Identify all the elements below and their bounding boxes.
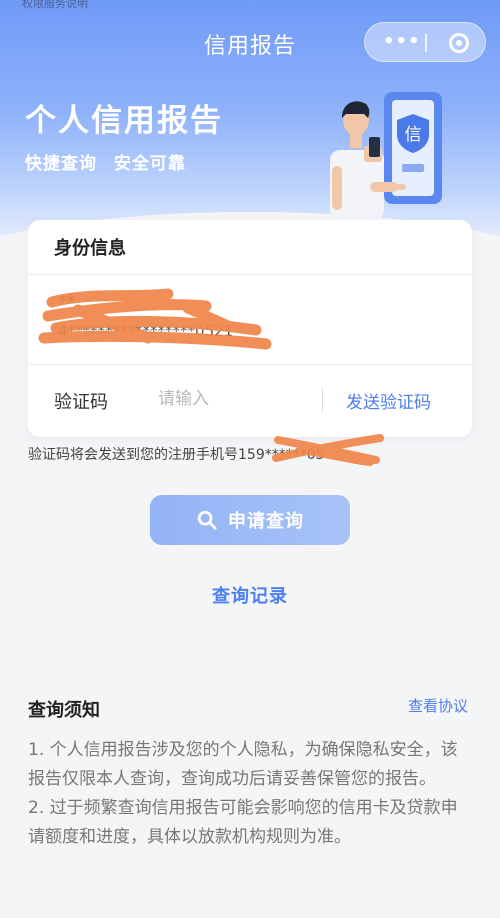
identity-card-header: 身份信息 <box>54 238 126 259</box>
hero-title: 个人信用报告 <box>25 103 223 139</box>
sms-hint-text: 验证码将会发送到您的注册手机号159******05 <box>28 447 325 463</box>
send-code-button[interactable]: 发送验证码 <box>346 388 431 413</box>
notice-title: 查询须知 <box>28 700 100 721</box>
person-with-phone-illustration: 信 <box>330 92 442 220</box>
verification-code-input[interactable] <box>158 384 308 414</box>
id-number-value: 4*****************0521 <box>58 322 234 340</box>
hero-subtitle: 快捷查询 安全可靠 <box>25 154 186 174</box>
search-icon <box>197 510 217 530</box>
notice-item: 1. 个人信用报告涉及您的个人隐私，为确保隐私安全，该报告仅限本人查询，查询成功… <box>28 740 458 789</box>
query-records-link[interactable]: 查询记录 <box>0 582 500 608</box>
more-icon[interactable]: ••• <box>383 31 421 52</box>
notice-item: 2. 过于频繁查询信用报告可能会影响您的信用卡及贷款申请额度和进度，具体以放款机… <box>28 798 458 847</box>
status-bar-text: 权限服务说明 <box>22 0 88 10</box>
close-icon[interactable] <box>449 33 469 53</box>
badge-character: 信 <box>405 125 422 145</box>
capsule-divider <box>425 34 427 52</box>
apply-query-button[interactable]: 申请查询 <box>150 495 350 545</box>
card-divider <box>28 364 472 365</box>
verification-code-label: 验证码 <box>54 392 108 413</box>
apply-query-label: 申请查询 <box>228 511 304 532</box>
mini-program-capsule[interactable]: ••• <box>364 22 486 62</box>
view-agreement-link[interactable]: 查看协议 <box>408 695 468 716</box>
identity-card: 身份信息 ** 4*****************0521 验证码 发送验证码 <box>28 220 472 437</box>
id-name-value: ** <box>58 292 75 312</box>
notice-list: 1. 个人信用报告涉及您的个人隐私，为确保隐私安全，该报告仅限本人查询，查询成功… <box>28 736 474 852</box>
input-divider <box>322 388 323 412</box>
card-divider <box>28 274 472 275</box>
